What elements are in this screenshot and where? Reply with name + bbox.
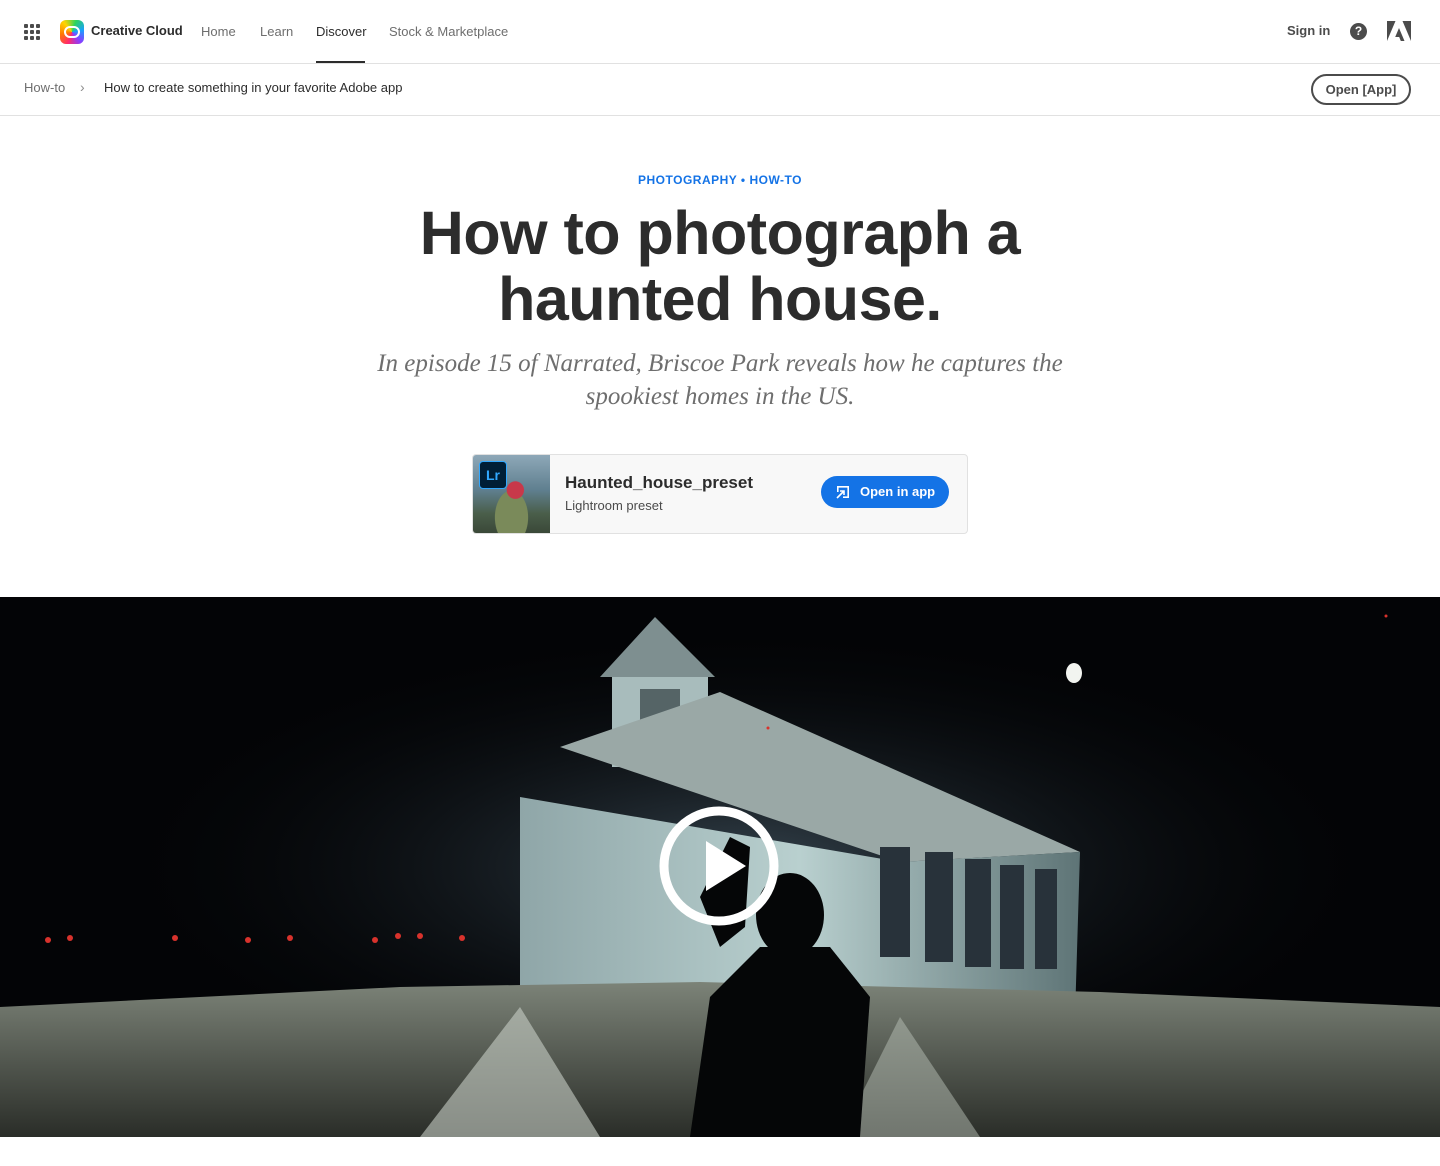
open-in-app-label: Open in app (860, 484, 936, 499)
brand-name[interactable]: Creative Cloud (91, 22, 183, 40)
preset-thumbnail: Lr (473, 455, 550, 533)
nav-home[interactable]: Home (201, 23, 236, 41)
nav-stock-marketplace[interactable]: Stock & Marketplace (389, 23, 508, 41)
category-eyebrow: PHOTOGRAPHY • HOW-TO (638, 173, 802, 187)
adobe-logo-icon[interactable] (1387, 21, 1411, 43)
chevron-right-icon: › (80, 79, 85, 95)
global-nav: Creative Cloud Home Learn Discover Stock… (0, 0, 1440, 64)
open-in-app-icon (836, 486, 849, 499)
breadcrumb-current-page[interactable]: How to create something in your favorite… (104, 79, 402, 97)
preset-type: Lightroom preset (565, 498, 663, 513)
nav-learn[interactable]: Learn (260, 23, 293, 41)
play-circle-icon[interactable] (658, 805, 780, 927)
nav-active-indicator (316, 61, 365, 63)
page-subtitle: In episode 15 of Narrated, Briscoe Park … (377, 350, 1063, 410)
page-title: How to photograph a haunted house. (419, 199, 1021, 333)
help-icon[interactable]: ? (1350, 23, 1367, 40)
sign-in-link[interactable]: Sign in (1287, 22, 1330, 40)
nav-discover[interactable]: Discover (316, 23, 367, 41)
creative-cloud-logo[interactable] (60, 20, 84, 44)
apps-grid-icon[interactable] (24, 24, 40, 40)
breadcrumb-how-to[interactable]: How-to (24, 79, 65, 97)
open-app-button[interactable]: Open [App] (1311, 74, 1411, 105)
lightroom-app-icon: Lr (479, 461, 507, 489)
video-player[interactable] (0, 597, 1440, 1137)
preset-card: Lr Haunted_house_preset Lightroom preset… (472, 454, 968, 534)
preset-title: Haunted_house_preset (565, 473, 753, 492)
breadcrumb: How-to › How to create something in your… (0, 64, 1440, 116)
open-in-app-button[interactable]: Open in app (821, 476, 949, 508)
